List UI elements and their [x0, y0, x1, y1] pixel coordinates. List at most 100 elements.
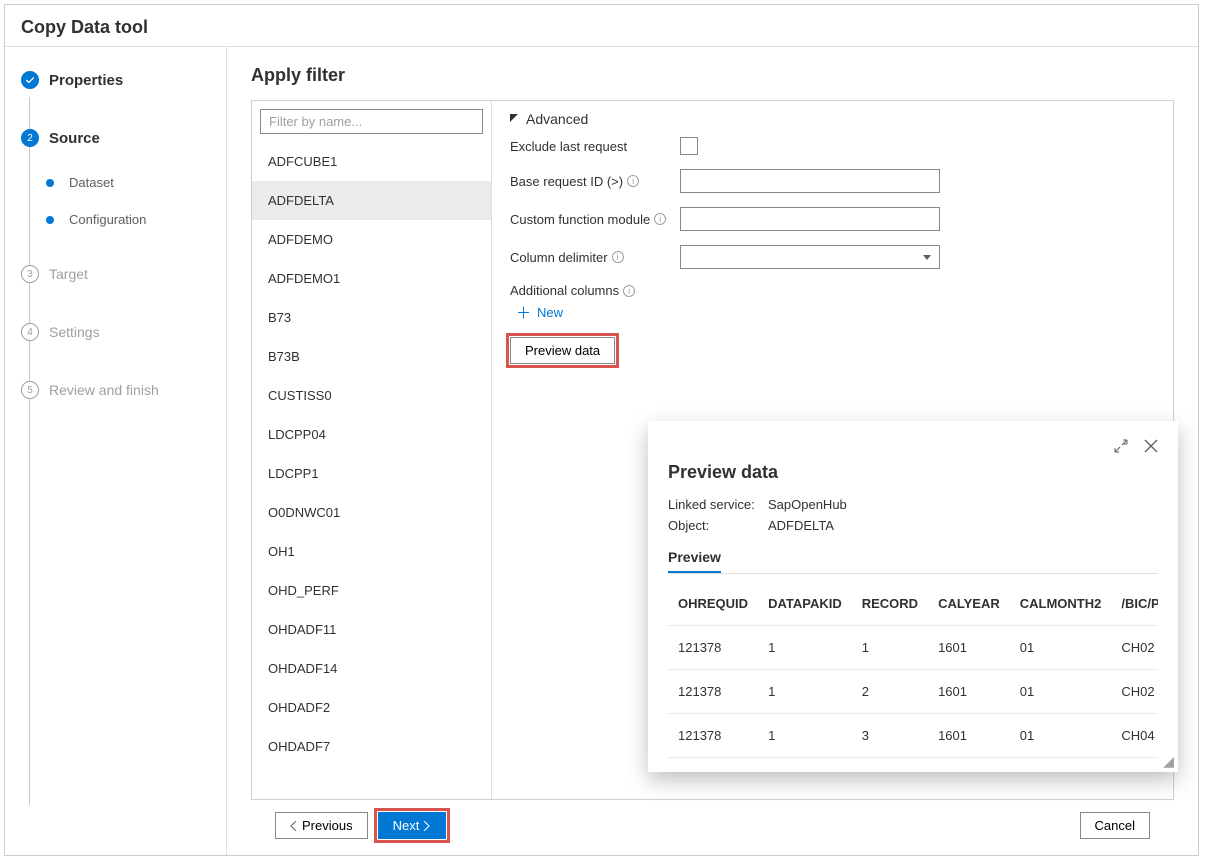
advanced-label: Advanced — [526, 111, 588, 127]
advanced-toggle[interactable]: Advanced — [510, 111, 1155, 127]
list-item[interactable]: B73B — [252, 337, 491, 376]
list-item[interactable]: LDCPP04 — [252, 415, 491, 454]
table-cell: 1 — [758, 714, 852, 758]
linked-service-value: SapOpenHub — [768, 497, 847, 512]
resize-grip-icon[interactable]: ◢ — [1163, 753, 1174, 770]
list-item[interactable]: ADFDEMO1 — [252, 259, 491, 298]
add-column-button[interactable]: ＋ New — [516, 302, 563, 323]
step-number-icon: 3 — [21, 265, 39, 283]
substep-configuration[interactable]: Configuration — [5, 206, 226, 233]
info-icon[interactable]: i — [612, 251, 624, 263]
info-icon[interactable]: i — [623, 285, 635, 297]
column-header: /BIC/P — [1111, 582, 1158, 626]
plus-icon: ＋ — [516, 302, 531, 323]
list-item[interactable]: O0DNWC01 — [252, 493, 491, 532]
expand-icon[interactable] — [1114, 439, 1128, 456]
cancel-button[interactable]: Cancel — [1080, 812, 1150, 839]
list-item[interactable]: OH1 — [252, 532, 491, 571]
table-cell: 121378 — [668, 626, 758, 670]
tab-preview[interactable]: Preview — [668, 543, 721, 573]
column-delimiter-select[interactable] — [680, 245, 940, 269]
list-item[interactable]: ADFDELTA — [252, 181, 491, 220]
exclude-last-checkbox[interactable] — [680, 137, 698, 155]
list-item[interactable]: ADFDEMO — [252, 220, 491, 259]
step-label: Configuration — [69, 212, 146, 227]
base-request-label: Base request ID (>) i — [510, 174, 680, 189]
table-cell: 1601 — [928, 714, 1010, 758]
step-number-icon: 5 — [21, 381, 39, 399]
table-cell: 1601 — [928, 670, 1010, 714]
table-cell: 1 — [758, 670, 852, 714]
preview-popup: Preview data Linked service: SapOpenHub … — [648, 421, 1178, 772]
step-label: Review and finish — [49, 382, 159, 398]
list-item[interactable]: OHDADF11 — [252, 610, 491, 649]
table-cell: 3 — [852, 714, 928, 758]
column-header: CALMONTH2 — [1010, 582, 1112, 626]
step-source[interactable]: 2 Source — [5, 121, 226, 155]
list-item[interactable]: CUSTISS0 — [252, 376, 491, 415]
step-label: Dataset — [69, 175, 114, 190]
list-item[interactable]: OHDADF7 — [252, 727, 491, 766]
additional-columns-label: Additional columns i — [510, 283, 680, 298]
table-cell: 2 — [852, 670, 928, 714]
step-label: Settings — [49, 324, 100, 340]
collapse-icon — [510, 114, 520, 124]
list-item[interactable]: OHDADF14 — [252, 649, 491, 688]
step-review[interactable]: 5 Review and finish — [5, 373, 226, 407]
preview-table: OHREQUIDDATAPAKIDRECORDCALYEARCALMONTH2/… — [668, 582, 1158, 758]
list-item[interactable]: OHDADF2 — [252, 688, 491, 727]
new-label: New — [537, 305, 563, 320]
step-settings[interactable]: 4 Settings — [5, 315, 226, 349]
page-title: Apply filter — [251, 65, 1174, 86]
chevron-right-icon — [423, 821, 431, 831]
step-label: Source — [49, 130, 100, 147]
list-item[interactable]: LDCPP1 — [252, 454, 491, 493]
column-header: CALYEAR — [928, 582, 1010, 626]
substep-dataset[interactable]: Dataset — [5, 169, 226, 196]
column-header: OHREQUID — [668, 582, 758, 626]
table-cell: 1 — [758, 626, 852, 670]
object-value: ADFDELTA — [768, 518, 834, 533]
column-delimiter-label: Column delimiter i — [510, 250, 680, 265]
window-title: Copy Data tool — [5, 5, 1198, 46]
step-properties[interactable]: Properties — [5, 63, 226, 97]
close-icon[interactable] — [1144, 439, 1158, 456]
chevron-left-icon — [290, 821, 298, 831]
popup-title: Preview data — [668, 462, 1158, 483]
step-label: Target — [49, 266, 88, 282]
dot-icon — [46, 179, 54, 187]
object-label: Object: — [668, 518, 768, 533]
filter-input[interactable] — [260, 109, 483, 134]
wizard-sidebar: Properties 2 Source Dataset Configuratio… — [5, 47, 227, 855]
table-cell: 01 — [1010, 626, 1112, 670]
step-label: Properties — [49, 72, 123, 89]
preview-data-button[interactable]: Preview data — [510, 337, 615, 364]
list-item[interactable]: B73 — [252, 298, 491, 337]
next-button[interactable]: Next — [378, 812, 447, 839]
info-icon[interactable]: i — [627, 175, 639, 187]
table-cell: 121378 — [668, 670, 758, 714]
table-cell: CH02 — [1111, 670, 1158, 714]
custom-function-label: Custom function module i — [510, 212, 680, 227]
table-row: 12137811160101CH02 — [668, 626, 1158, 670]
dot-icon — [46, 216, 54, 224]
linked-service-label: Linked service: — [668, 497, 768, 512]
step-target[interactable]: 3 Target — [5, 257, 226, 291]
list-item[interactable]: ADFCUBE1 — [252, 142, 491, 181]
column-header: RECORD — [852, 582, 928, 626]
dataset-list[interactable]: ADFCUBE1ADFDELTAADFDEMOADFDEMO1B73B73BCU… — [252, 142, 491, 799]
column-header: DATAPAKID — [758, 582, 852, 626]
exclude-last-label: Exclude last request — [510, 139, 680, 154]
table-cell: 121378 — [668, 714, 758, 758]
previous-button[interactable]: Previous — [275, 812, 368, 839]
table-row: 12137813160101CH04 — [668, 714, 1158, 758]
step-number-icon: 4 — [21, 323, 39, 341]
table-cell: 01 — [1010, 670, 1112, 714]
custom-function-input[interactable] — [680, 207, 940, 231]
info-icon[interactable]: i — [654, 213, 666, 225]
base-request-input[interactable] — [680, 169, 940, 193]
step-number-icon: 2 — [21, 129, 39, 147]
list-item[interactable]: OHD_PERF — [252, 571, 491, 610]
table-cell: 1601 — [928, 626, 1010, 670]
check-icon — [21, 71, 39, 89]
